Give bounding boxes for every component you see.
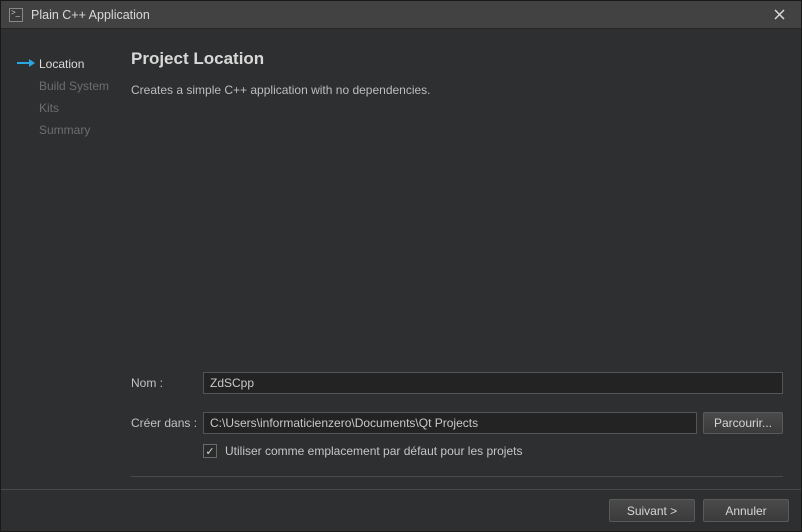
step-label: Build System xyxy=(39,79,109,93)
step-label: Location xyxy=(39,57,84,71)
step-build-system[interactable]: Build System xyxy=(17,75,111,97)
title-bar: Plain C++ Application xyxy=(1,1,801,29)
divider xyxy=(131,476,783,477)
create-in-row: Créer dans : Parcourir... xyxy=(131,412,783,434)
project-path-input[interactable] xyxy=(203,412,697,434)
next-button[interactable]: Suivant > xyxy=(609,499,695,522)
default-location-label: Utiliser comme emplacement par défaut po… xyxy=(225,444,522,458)
wizard-footer: Suivant > Annuler xyxy=(1,489,801,531)
step-label: Kits xyxy=(39,101,59,115)
content-area: Location Build System Kits Summary Proje… xyxy=(1,29,801,489)
page-heading: Project Location xyxy=(131,49,783,69)
main-panel: Project Location Creates a simple C++ ap… xyxy=(121,29,801,489)
browse-button[interactable]: Parcourir... xyxy=(703,412,783,434)
app-icon xyxy=(9,8,23,22)
close-icon xyxy=(774,9,785,20)
default-location-row: ✓ Utiliser comme emplacement par défaut … xyxy=(131,444,783,458)
step-summary[interactable]: Summary xyxy=(17,119,111,141)
arrow-right-icon xyxy=(17,124,35,136)
arrow-right-icon xyxy=(17,58,35,70)
step-label: Summary xyxy=(39,123,90,137)
spacer xyxy=(131,97,783,362)
project-name-input[interactable] xyxy=(203,372,783,394)
project-name-row: Nom : xyxy=(131,372,783,394)
close-button[interactable] xyxy=(765,1,793,29)
arrow-right-icon xyxy=(17,80,35,92)
wizard-steps-sidebar: Location Build System Kits Summary xyxy=(1,29,121,489)
step-kits[interactable]: Kits xyxy=(17,97,111,119)
wizard-window: Plain C++ Application Location Build Sys… xyxy=(0,0,802,532)
name-label: Nom : xyxy=(131,376,203,390)
window-title: Plain C++ Application xyxy=(31,8,765,22)
default-location-checkbox[interactable]: ✓ xyxy=(203,444,217,458)
step-location[interactable]: Location xyxy=(17,53,111,75)
page-description: Creates a simple C++ application with no… xyxy=(131,83,783,97)
cancel-button[interactable]: Annuler xyxy=(703,499,789,522)
arrow-right-icon xyxy=(17,102,35,114)
path-label: Créer dans : xyxy=(131,416,203,430)
